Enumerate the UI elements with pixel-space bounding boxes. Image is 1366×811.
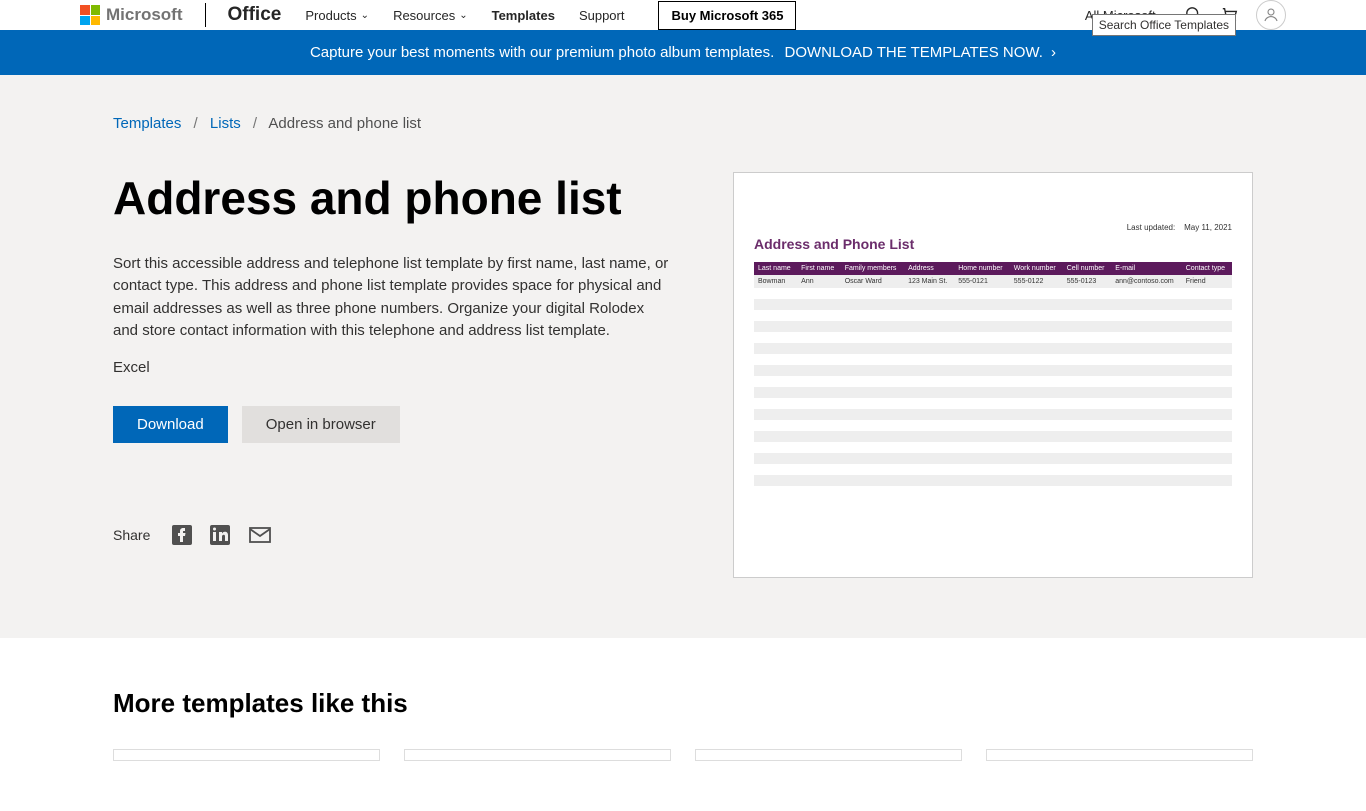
breadcrumb-current: Address and phone list xyxy=(268,115,421,132)
more-templates-section: More templates like this xyxy=(0,638,1366,811)
cell: 555-0121 xyxy=(954,275,1010,288)
nav-templates-label: Templates xyxy=(492,8,555,23)
nav-products[interactable]: Products ⌄ xyxy=(305,8,369,23)
template-preview: Last updated: May 11, 2021 Address and P… xyxy=(733,172,1253,578)
table-row xyxy=(754,354,1232,365)
table-row xyxy=(754,464,1232,475)
template-description: Sort this accessible address and telepho… xyxy=(113,253,673,343)
page-title: Address and phone list xyxy=(113,172,673,225)
chevron-right-icon: › xyxy=(1051,44,1056,61)
table-row xyxy=(754,398,1232,409)
open-in-browser-button[interactable]: Open in browser xyxy=(242,406,400,443)
template-card[interactable] xyxy=(404,749,671,761)
nav-products-label: Products xyxy=(305,8,356,23)
template-detail: Address and phone list Sort this accessi… xyxy=(113,172,1253,578)
template-card[interactable] xyxy=(695,749,962,761)
table-row xyxy=(754,486,1232,497)
col-lastname: Last name xyxy=(754,262,797,275)
cell: 555-0123 xyxy=(1063,275,1112,288)
cell: ann@contoso.com xyxy=(1111,275,1182,288)
table-row xyxy=(754,288,1232,299)
breadcrumb: Templates / Lists / Address and phone li… xyxy=(113,115,1253,132)
microsoft-logo-icon xyxy=(80,5,100,25)
cell: Oscar Ward xyxy=(841,275,904,288)
microsoft-logo[interactable]: Microsoft xyxy=(80,5,183,25)
office-label[interactable]: Office xyxy=(228,4,282,26)
table-row xyxy=(754,332,1232,343)
last-updated-value: May 11, 2021 xyxy=(1184,223,1232,232)
banner-text: Capture your best moments with our premi… xyxy=(310,44,774,61)
promo-banner[interactable]: Capture your best moments with our premi… xyxy=(0,30,1366,75)
share-label: Share xyxy=(113,527,150,543)
table-row xyxy=(754,365,1232,376)
template-card[interactable] xyxy=(986,749,1253,761)
app-label: Excel xyxy=(113,359,673,376)
table-row xyxy=(754,420,1232,431)
banner-cta: DOWNLOAD THE TEMPLATES NOW. xyxy=(785,44,1043,61)
action-buttons: Download Open in browser xyxy=(113,406,673,443)
preview-table: Last name First name Family members Addr… xyxy=(754,262,1232,497)
nav-support-label: Support xyxy=(579,8,625,23)
table-row xyxy=(754,376,1232,387)
table-row xyxy=(754,310,1232,321)
table-row xyxy=(754,321,1232,332)
facebook-icon[interactable] xyxy=(170,523,194,547)
cell: Bowman xyxy=(754,275,797,288)
table-row xyxy=(754,431,1232,442)
template-card[interactable] xyxy=(113,749,380,761)
share-icons xyxy=(170,523,270,547)
share-row: Share xyxy=(113,523,673,547)
cell: Friend xyxy=(1182,275,1232,288)
col-firstname: First name xyxy=(797,262,841,275)
table-row xyxy=(754,343,1232,354)
preview-title: Address and Phone List xyxy=(754,236,1232,252)
account-avatar[interactable] xyxy=(1256,0,1286,30)
cell: Ann xyxy=(797,275,841,288)
microsoft-brand-text: Microsoft xyxy=(106,5,183,25)
col-work: Work number xyxy=(1010,262,1063,275)
linkedin-icon[interactable] xyxy=(208,523,232,547)
cell: 555-0122 xyxy=(1010,275,1063,288)
preview-last-updated: Last updated: May 11, 2021 xyxy=(754,223,1232,232)
more-templates-heading: More templates like this xyxy=(113,688,1253,719)
breadcrumb-separator: / xyxy=(253,115,257,132)
table-row xyxy=(754,409,1232,420)
nav-support[interactable]: Support xyxy=(579,8,625,23)
nav-resources[interactable]: Resources ⌄ xyxy=(393,8,468,23)
col-address: Address xyxy=(904,262,954,275)
cell: 123 Main St. xyxy=(904,275,954,288)
chevron-down-icon: ⌄ xyxy=(361,10,369,21)
global-header: Microsoft Office Products ⌄ Resources ⌄ Te… xyxy=(0,0,1366,30)
search-tooltip: Search Office Templates xyxy=(1092,14,1236,36)
col-cell: Cell number xyxy=(1063,262,1112,275)
table-row xyxy=(754,442,1232,453)
chevron-down-icon: ⌄ xyxy=(459,10,467,21)
buy-button[interactable]: Buy Microsoft 365 xyxy=(658,1,796,30)
table-row xyxy=(754,299,1232,310)
table-row xyxy=(754,475,1232,486)
table-row: Bowman Ann Oscar Ward 123 Main St. 555-0… xyxy=(754,275,1232,288)
breadcrumb-templates[interactable]: Templates xyxy=(113,115,181,132)
breadcrumb-lists[interactable]: Lists xyxy=(210,115,241,132)
email-icon[interactable] xyxy=(246,523,270,547)
download-button[interactable]: Download xyxy=(113,406,228,443)
last-updated-label: Last updated: xyxy=(1127,223,1175,232)
template-cards xyxy=(113,749,1253,761)
col-home: Home number xyxy=(954,262,1010,275)
main-content: Templates / Lists / Address and phone li… xyxy=(0,75,1366,638)
breadcrumb-separator: / xyxy=(194,115,198,132)
table-row xyxy=(754,387,1232,398)
col-family: Family members xyxy=(841,262,904,275)
nav-templates[interactable]: Templates xyxy=(492,8,555,23)
nav-resources-label: Resources xyxy=(393,8,455,23)
col-contacttype: Contact type xyxy=(1182,262,1232,275)
template-info: Address and phone list Sort this accessi… xyxy=(113,172,673,547)
primary-nav: Products ⌄ Resources ⌄ Templates Support B… xyxy=(305,1,796,30)
divider xyxy=(205,3,206,27)
col-email: E-mail xyxy=(1111,262,1182,275)
table-row xyxy=(754,453,1232,464)
